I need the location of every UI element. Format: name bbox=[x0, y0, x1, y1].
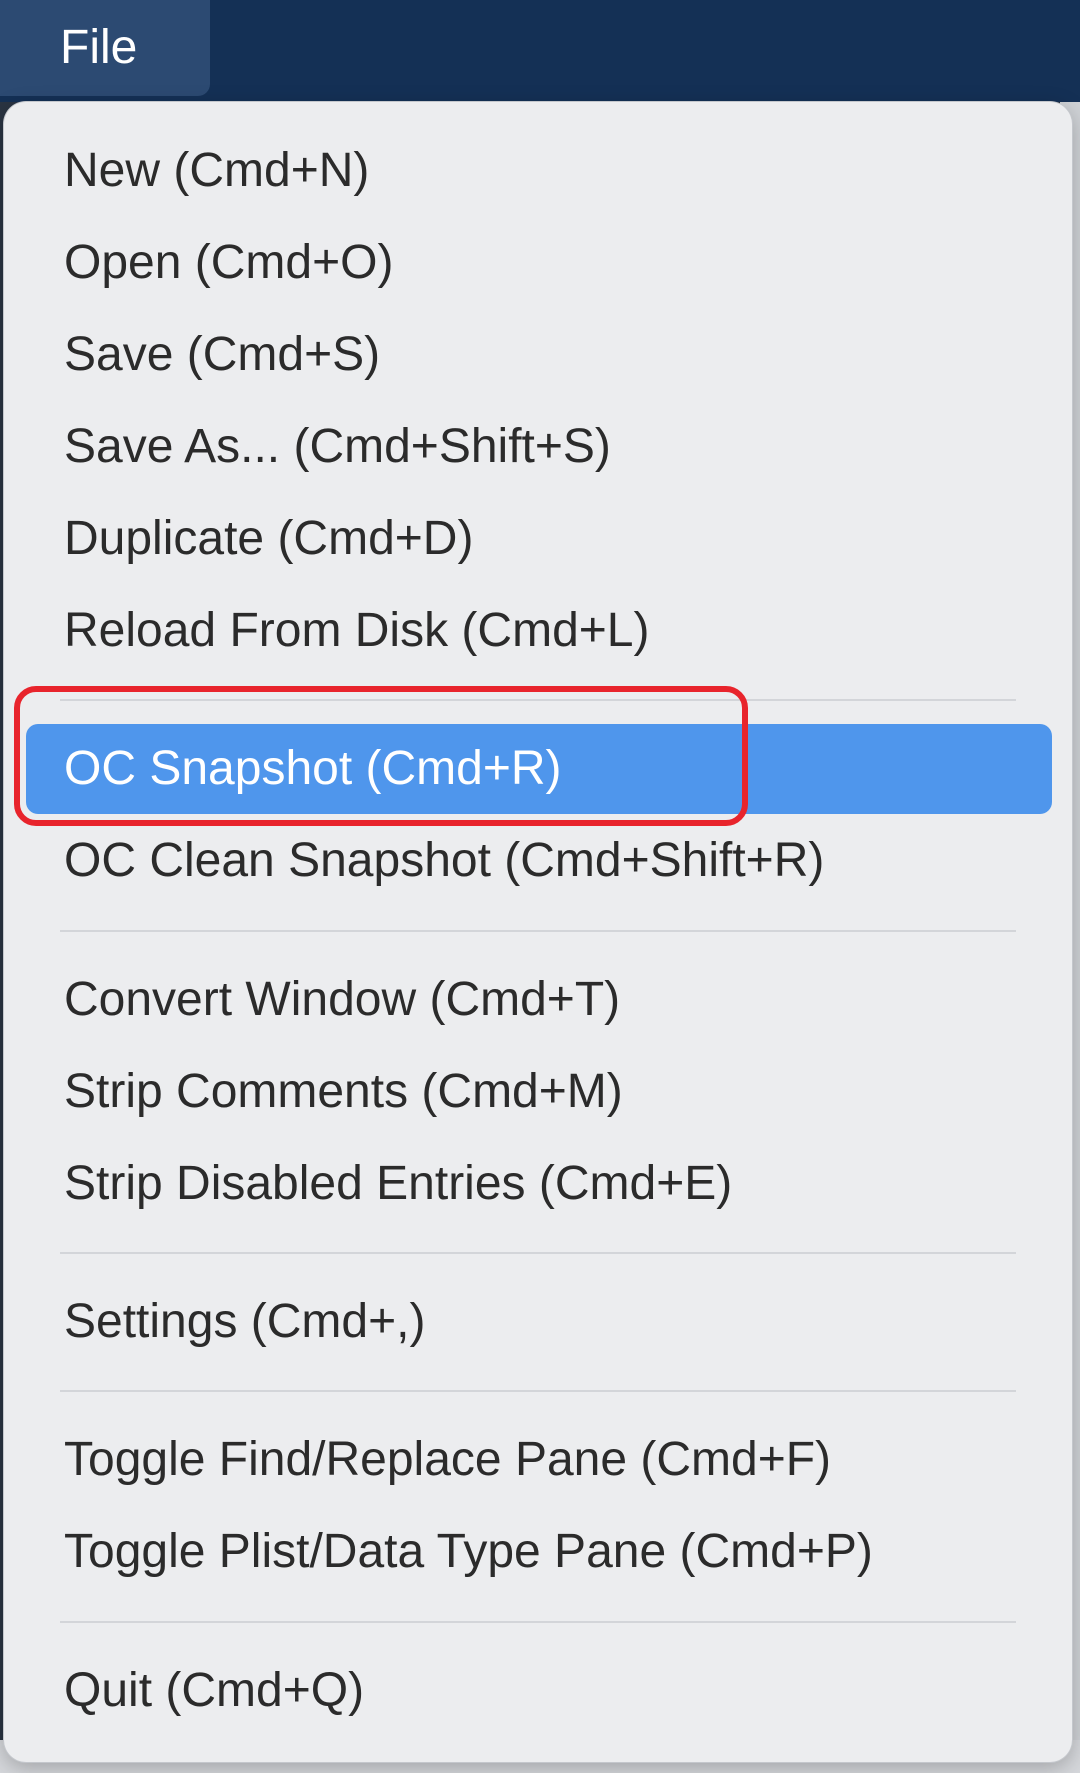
menu-item-reload-from-disk[interactable]: Reload From Disk (Cmd+L) bbox=[26, 586, 1052, 676]
menu-item-strip-disabled-entries[interactable]: Strip Disabled Entries (Cmd+E) bbox=[26, 1139, 1052, 1229]
menu-item-new[interactable]: New (Cmd+N) bbox=[26, 126, 1052, 216]
menu-bar: File bbox=[0, 0, 1080, 102]
menu-item-toggle-find-replace-pane[interactable]: Toggle Find/Replace Pane (Cmd+F) bbox=[26, 1415, 1052, 1505]
menu-separator bbox=[60, 1621, 1016, 1623]
menu-item-convert-window[interactable]: Convert Window (Cmd+T) bbox=[26, 955, 1052, 1045]
menu-separator bbox=[60, 1252, 1016, 1254]
file-menu-title[interactable]: File bbox=[0, 0, 210, 96]
menu-item-quit[interactable]: Quit (Cmd+Q) bbox=[26, 1646, 1052, 1736]
highlight-callout-box bbox=[14, 686, 748, 826]
menu-item-save-as[interactable]: Save As... (Cmd+Shift+S) bbox=[26, 402, 1052, 492]
menu-item-toggle-plist-data-type-pane[interactable]: Toggle Plist/Data Type Pane (Cmd+P) bbox=[26, 1507, 1052, 1597]
menu-item-strip-comments[interactable]: Strip Comments (Cmd+M) bbox=[26, 1047, 1052, 1137]
menu-item-open[interactable]: Open (Cmd+O) bbox=[26, 218, 1052, 308]
menu-separator bbox=[60, 930, 1016, 932]
menu-separator bbox=[60, 1390, 1016, 1392]
menu-item-duplicate[interactable]: Duplicate (Cmd+D) bbox=[26, 494, 1052, 584]
menu-item-oc-clean-snapshot[interactable]: OC Clean Snapshot (Cmd+Shift+R) bbox=[26, 816, 1052, 906]
menu-item-settings[interactable]: Settings (Cmd+,) bbox=[26, 1277, 1052, 1367]
file-dropdown-menu: New (Cmd+N) Open (Cmd+O) Save (Cmd+S) Sa… bbox=[4, 102, 1072, 1762]
menu-item-save[interactable]: Save (Cmd+S) bbox=[26, 310, 1052, 400]
